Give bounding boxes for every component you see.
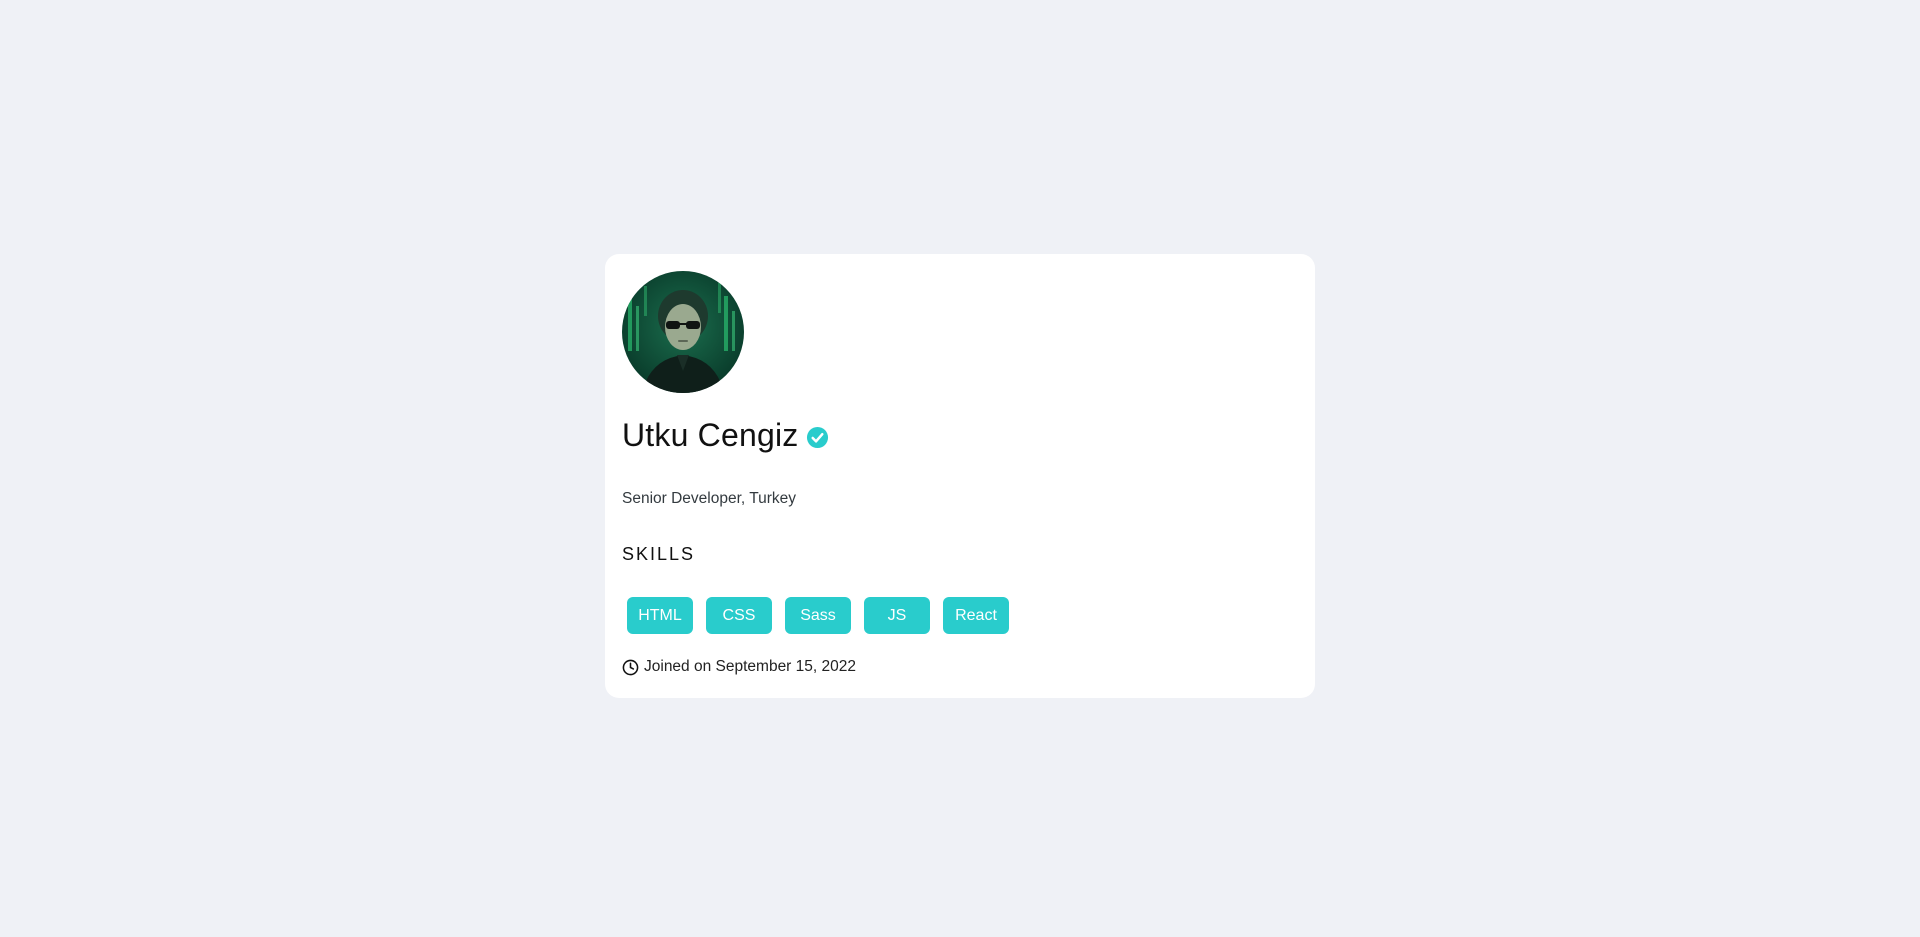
avatar [622, 271, 744, 393]
skill-tag-sass[interactable]: Sass [785, 597, 851, 634]
joined-text: Joined on September 15, 2022 [644, 658, 856, 675]
profile-name: Utku Cengiz [622, 416, 799, 453]
verified-check-icon [806, 426, 829, 449]
profile-title: Senior Developer, Turkey [622, 490, 797, 507]
skill-tag-js[interactable]: JS [864, 597, 930, 634]
profile-card: Utku Cengiz Senior Developer, Turkey SKI… [605, 254, 1315, 698]
skill-tag-react[interactable]: React [943, 597, 1009, 634]
skills-heading: SKILLS [622, 544, 696, 564]
skill-tag-css[interactable]: CSS [706, 597, 772, 634]
skill-tag-html[interactable]: HTML [627, 597, 693, 634]
skills-list: HTML CSS Sass JS React [622, 597, 1298, 634]
name-row: Utku Cengiz [622, 415, 1298, 455]
joined-date: Joined on September 15, 2022 [622, 658, 1298, 676]
clock-icon [622, 659, 639, 676]
